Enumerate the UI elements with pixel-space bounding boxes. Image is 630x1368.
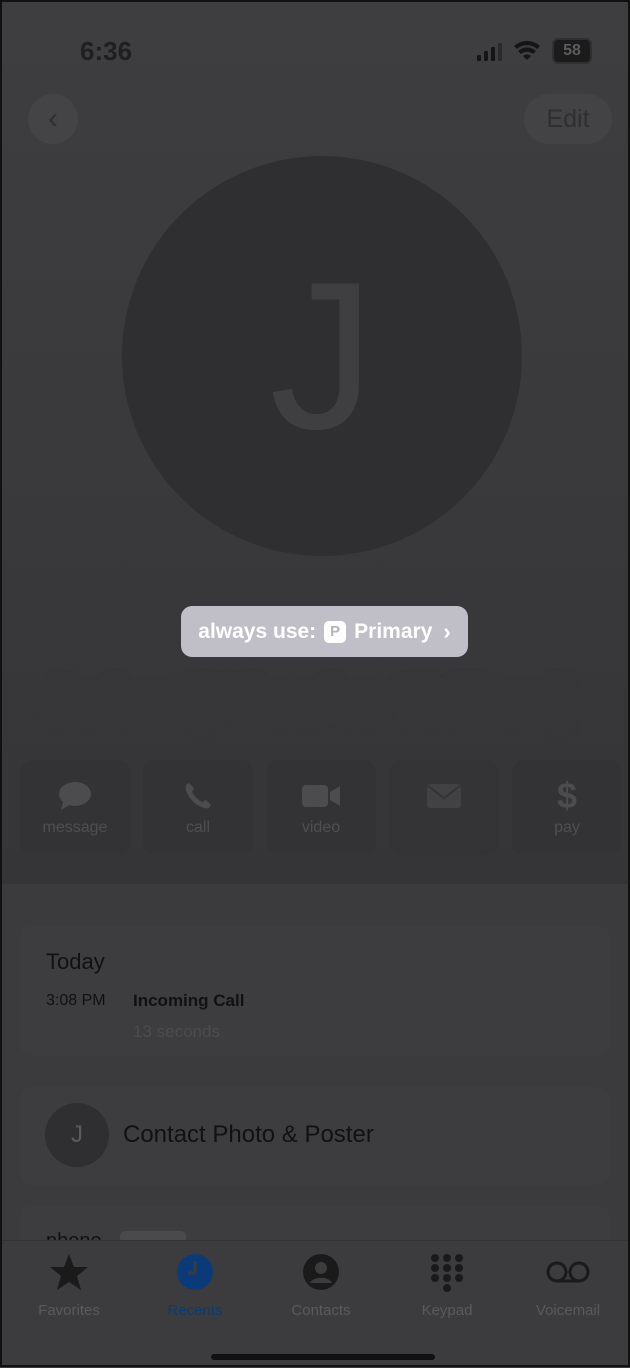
- video-button[interactable]: video: [266, 760, 376, 855]
- message-icon: [57, 779, 93, 813]
- call-label: call: [185, 818, 210, 836]
- tab-keypad[interactable]: Keypad: [392, 1252, 502, 1319]
- voicemail-icon: [513, 1252, 623, 1292]
- mail-button[interactable]: mail: [389, 760, 499, 855]
- status-time: 6:36: [80, 36, 133, 66]
- contact-avatar: J: [122, 156, 522, 556]
- chevron-right-icon: ›: [443, 618, 451, 644]
- back-button[interactable]: ‹: [28, 94, 78, 144]
- tab-bar: Favorites Recents Contacts Keypad Voicem…: [0, 1240, 630, 1368]
- line-badge-icon: P: [324, 620, 347, 643]
- tab-contacts[interactable]: Contacts: [266, 1252, 376, 1319]
- pay-button[interactable]: $ pay: [512, 760, 622, 855]
- tab-recents[interactable]: Recents: [140, 1252, 250, 1319]
- pay-label: pay: [554, 818, 580, 836]
- status-icons: 58: [477, 38, 592, 64]
- recents-heading: Today: [46, 949, 105, 974]
- video-icon: [301, 779, 341, 813]
- message-button[interactable]: message: [20, 760, 130, 855]
- edit-button[interactable]: Edit: [524, 94, 612, 144]
- tab-label: Contacts: [291, 1302, 351, 1319]
- clock-icon: [140, 1252, 250, 1292]
- mail-icon: [426, 779, 462, 813]
- star-icon: [14, 1252, 124, 1292]
- keypad-icon: [392, 1252, 502, 1292]
- person-circle-icon: [266, 1252, 376, 1292]
- call-type: Incoming Call: [133, 991, 245, 1010]
- always-use-prefix: always use:: [198, 619, 317, 643]
- signal-icon: [477, 41, 502, 61]
- tab-favorites[interactable]: Favorites: [14, 1252, 124, 1319]
- contact-name: John (Kiosks Editor): [44, 673, 573, 733]
- call-time: 3:08 PM: [46, 992, 106, 1009]
- dollar-icon: $: [556, 774, 578, 816]
- call-duration: 13 seconds: [133, 1022, 220, 1041]
- call-button[interactable]: call: [143, 760, 253, 855]
- home-indicator[interactable]: [211, 1354, 435, 1360]
- video-label: video: [301, 818, 341, 836]
- wifi-icon: [514, 40, 540, 60]
- recents-card: [20, 926, 610, 1056]
- contact-photo-label[interactable]: Contact Photo & Poster: [123, 1121, 374, 1149]
- always-use-popover[interactable]: always use: P Primary ›: [181, 606, 468, 657]
- tab-label: Favorites: [38, 1302, 100, 1319]
- tab-label: Keypad: [421, 1302, 473, 1319]
- action-buttons: message call video mail $ pay: [20, 760, 630, 855]
- tab-label: Voicemail: [535, 1302, 601, 1319]
- tab-label: Recents: [167, 1302, 223, 1319]
- message-label: message: [42, 818, 108, 836]
- battery-icon: 58: [552, 38, 592, 64]
- contact-header: 6:36 58 ‹ Edit J always use: P Primary ›…: [0, 0, 630, 884]
- tab-voicemail[interactable]: Voicemail: [513, 1252, 623, 1319]
- phone-icon: [183, 779, 213, 813]
- chevron-left-icon: ‹: [48, 102, 58, 135]
- contact-photo-avatar: J: [45, 1103, 109, 1167]
- always-use-value: Primary: [354, 619, 433, 643]
